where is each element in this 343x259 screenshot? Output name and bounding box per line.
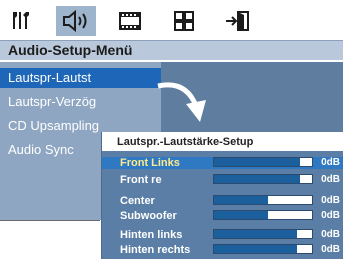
row-value: 0dB xyxy=(321,174,340,185)
volume-bar[interactable] xyxy=(213,244,313,254)
row-value: 0dB xyxy=(321,229,340,240)
row-label: Subwoofer xyxy=(120,210,177,222)
row-label: Front Links xyxy=(120,157,180,169)
volume-row-subwoofer[interactable]: Subwoofer 0dB xyxy=(102,210,343,222)
row-value: 0dB xyxy=(321,244,340,255)
volume-fill xyxy=(214,211,268,219)
volume-fill xyxy=(214,158,301,166)
row-label: Hinten rechts xyxy=(120,244,191,256)
volume-fill xyxy=(214,196,268,204)
volume-row-rear-left[interactable]: Hinten links 0dB xyxy=(102,229,343,241)
volume-fill xyxy=(214,245,298,253)
popup-title: Lautspr.-Lautstärke-Setup xyxy=(102,132,343,151)
volume-bar[interactable] xyxy=(213,229,313,239)
volume-bar[interactable] xyxy=(213,195,313,205)
volume-bar[interactable] xyxy=(213,174,313,184)
volume-row-rear-right[interactable]: Hinten rechts 0dB xyxy=(102,244,343,256)
row-value: 0dB xyxy=(321,195,340,206)
volume-fill xyxy=(214,230,298,238)
row-label: Front re xyxy=(120,174,162,186)
osd-screen: Audio-Setup-Menü Lautspr-Lautst Lautspr-… xyxy=(0,0,343,259)
row-label: Hinten links xyxy=(120,229,183,241)
volume-fill xyxy=(214,175,301,183)
row-value: 0dB xyxy=(321,157,340,168)
row-value: 0dB xyxy=(321,210,340,221)
row-label: Center xyxy=(120,195,155,207)
volume-row-front-right[interactable]: Front re 0dB xyxy=(102,174,343,186)
speaker-volume-popup: Lautspr.-Lautstärke-Setup Front Links 0d… xyxy=(101,132,343,259)
volume-row-center[interactable]: Center 0dB xyxy=(102,195,343,207)
volume-row-front-left[interactable]: Front Links 0dB xyxy=(102,157,343,169)
volume-bar[interactable] xyxy=(213,210,313,220)
volume-bar[interactable] xyxy=(213,157,313,167)
